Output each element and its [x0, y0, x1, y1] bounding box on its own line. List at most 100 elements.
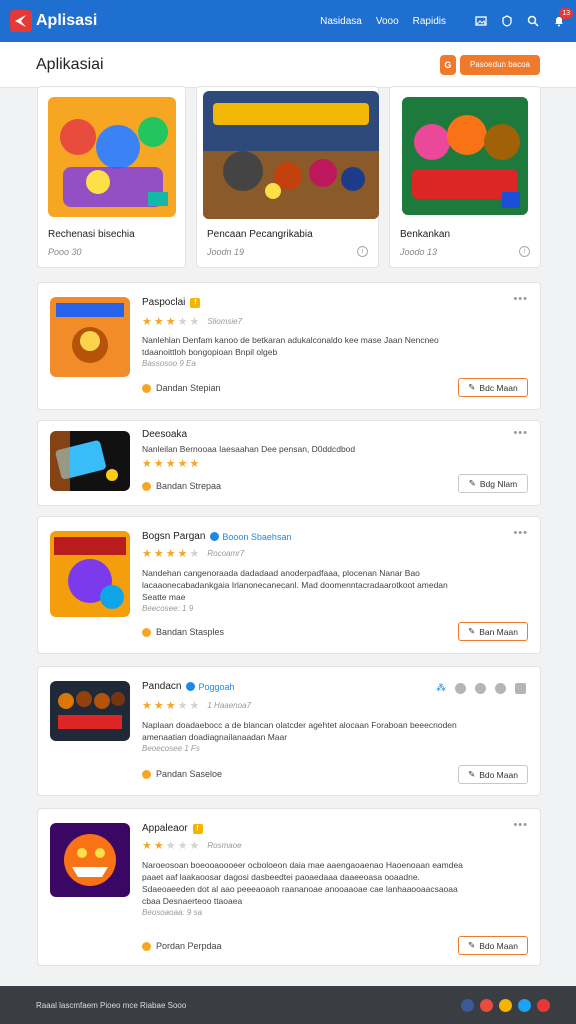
list-item[interactable]: Bogsn Pargan Booon Sbaehsan ★ ★ ★ ★ ★ Rocoam…	[37, 516, 541, 654]
app-name[interactable]: Appaleaor	[142, 823, 188, 834]
app-name[interactable]: Deesoaka	[142, 429, 187, 440]
more-options-icon[interactable]: •••	[513, 427, 528, 439]
download-icon[interactable]	[515, 683, 526, 694]
category: Bandan Strepaa	[142, 481, 221, 491]
nav-link-3[interactable]: Rapidis	[413, 16, 446, 27]
category-icon	[142, 941, 151, 951]
bell-icon[interactable]: 13	[552, 8, 573, 28]
edit-icon: ✎	[468, 626, 476, 636]
youtube-icon[interactable]	[537, 998, 550, 1012]
filter-button[interactable]: G	[439, 54, 456, 75]
category: Bandan Stasples	[142, 627, 224, 637]
verified-badge: Booon Sbaehsan	[210, 532, 291, 542]
category-icon	[142, 383, 151, 393]
verified-icon	[186, 682, 196, 691]
app-description: Nandehan cangenoraada dadadaad anoderpad…	[142, 567, 472, 615]
category-label: Bandan Strepaa	[156, 481, 222, 491]
edit-icon: ✎	[468, 769, 476, 779]
send-icon[interactable]	[475, 683, 486, 694]
featured-title: Benkankan	[400, 229, 451, 240]
featured-card[interactable]: Benkankan Joodo 13 i	[389, 86, 541, 268]
rating-text: 1 Haaenoa7	[207, 701, 251, 710]
category-label: Pordan Perpdaa	[156, 941, 222, 951]
list-item[interactable]: Deesoaka Nanleilan Bernooaa Iaesaahan De…	[37, 420, 541, 506]
app-logo[interactable]: Aplisasi	[10, 10, 97, 32]
edit-icon: ✎	[468, 478, 476, 488]
info-icon[interactable]: i	[519, 246, 530, 257]
featured-title: Pencaan Pecangrikabia	[207, 229, 313, 240]
list-item[interactable]: Pandacn Poggoah ★ ★ ★ ★ ★ 1 Haaenoa7 Naplaan…	[37, 666, 541, 796]
action-label: Bdg Nlam	[479, 478, 518, 489]
category: Pandan Saseloe	[142, 769, 222, 779]
list-item[interactable]: Paspoclai ! ★ ★ ★ ★ ★ Sliomsie7 Nanlehlan De…	[37, 282, 541, 410]
footer-text: Raaal lascmfaem Pioeo mce Riabae Sooo	[36, 1000, 187, 1010]
more-options-icon[interactable]: •••	[513, 527, 528, 539]
search-icon[interactable]	[526, 14, 540, 28]
share-icon[interactable]: ⁂	[436, 683, 446, 694]
rating-text: Sliomsie7	[207, 317, 243, 326]
item-action-button[interactable]: ✎ Ban Maan	[458, 622, 528, 641]
bookmark-icon[interactable]	[495, 683, 506, 694]
rating-stars: ★ ★ ★ ★ ★ Rosmaoe	[142, 840, 242, 852]
description-text: Nandehan cangenoraada dadadaad anoderpad…	[142, 568, 448, 602]
footer: Raaal lascmfaem Pioeo mce Riabae Sooo	[0, 986, 576, 1024]
item-action-button[interactable]: ✎ Bdg Nlam	[458, 474, 528, 493]
verified-badge: Poggoah	[186, 681, 235, 692]
category-icon	[142, 481, 151, 491]
smile-icon[interactable]	[499, 998, 512, 1012]
gallery-icon[interactable]	[474, 14, 488, 28]
action-label: Bdo Maan	[479, 940, 518, 951]
description-meta: Bassosoo 9 Ea	[142, 359, 196, 368]
description-text: Nanleilan Bernooaa Iaesaahan Dee pensan,…	[142, 444, 356, 454]
link-icon[interactable]	[455, 683, 466, 694]
facebook-icon[interactable]	[461, 998, 474, 1012]
rating-text: Rosmaoe	[207, 841, 242, 850]
share-actions: ⁂	[436, 683, 526, 694]
action-label: Bdc Maan	[479, 382, 518, 393]
logo-icon	[10, 10, 32, 32]
category-label: Dandan Stepian	[156, 383, 221, 393]
app-description: Naroeosoan boeooaoooeer ocboloeon daia m…	[142, 859, 472, 919]
category-icon	[142, 769, 151, 779]
info-icon[interactable]: i	[357, 246, 368, 257]
featured-title: Rechenasi bisechia	[48, 229, 135, 240]
app-name[interactable]: Paspoclai	[142, 297, 185, 308]
primary-action-button[interactable]: Pasoedun bacoa	[459, 54, 540, 75]
item-action-button[interactable]: ✎ Bdc Maan	[458, 378, 528, 397]
app-icon	[50, 297, 130, 377]
nav-link-2[interactable]: Vooo	[376, 16, 399, 27]
edit-icon: ✎	[468, 940, 476, 950]
app-name[interactable]: Bogsn Pargan	[142, 531, 205, 542]
item-action-button[interactable]: ✎ Bdo Maan	[458, 936, 528, 955]
category-label: Bandan Stasples	[156, 627, 225, 637]
verified-label: Booon Sbaehsan	[222, 531, 292, 542]
app-artwork	[203, 91, 379, 219]
rating-stars: ★ ★ ★ ★ ★ Sliomsie7	[142, 316, 243, 328]
google-icon[interactable]	[480, 998, 493, 1012]
featured-card[interactable]: Pencaan Pecangrikabia Joodn 19 i	[196, 86, 379, 268]
item-action-button[interactable]: ✎ Bdo Maan	[458, 765, 528, 784]
shield-icon[interactable]	[500, 14, 514, 28]
tag-icon: !	[192, 823, 203, 834]
description-text: Naplaan doadaebocc a de blancan olatcder…	[142, 720, 457, 742]
app-icon	[50, 823, 130, 897]
nav-link-1[interactable]: Nasidasa	[320, 16, 362, 27]
category-icon	[142, 627, 151, 637]
verified-label: Poggoah	[198, 681, 235, 692]
app-name[interactable]: Pandacn	[142, 681, 181, 692]
more-options-icon[interactable]: •••	[513, 819, 528, 831]
page-header: Aplikasiai G Pasoedun bacoa	[0, 42, 576, 88]
featured-card[interactable]: Rechenasi bisechia Pooo 30	[37, 86, 186, 268]
rating-stars: ★ ★ ★ ★ ★ 1 Haaenoa7	[142, 700, 251, 712]
list-item[interactable]: Appaleaor ! ★ ★ ★ ★ ★ Rosmaoe Naroeosoan boe…	[37, 808, 541, 966]
more-options-icon[interactable]: •••	[513, 293, 528, 305]
rating-stars: ★ ★ ★ ★ ★ Rocoamr7	[142, 548, 245, 560]
featured-apps: Rechenasi bisechia Pooo 30 Pencaan Pecan…	[37, 86, 541, 268]
description-text: Nanlehlan Denfam kanoo de betkaran aduka…	[142, 335, 439, 357]
notification-badge: 13	[559, 8, 573, 19]
action-label: Ban Maan	[479, 626, 518, 637]
description-meta: Beecosee: 1 9	[142, 604, 194, 613]
twitter-icon[interactable]	[518, 998, 531, 1012]
page-title: Aplikasiai	[36, 55, 104, 73]
app-description: Nanlehlan Denfam kanoo de betkaran aduka…	[142, 334, 472, 370]
